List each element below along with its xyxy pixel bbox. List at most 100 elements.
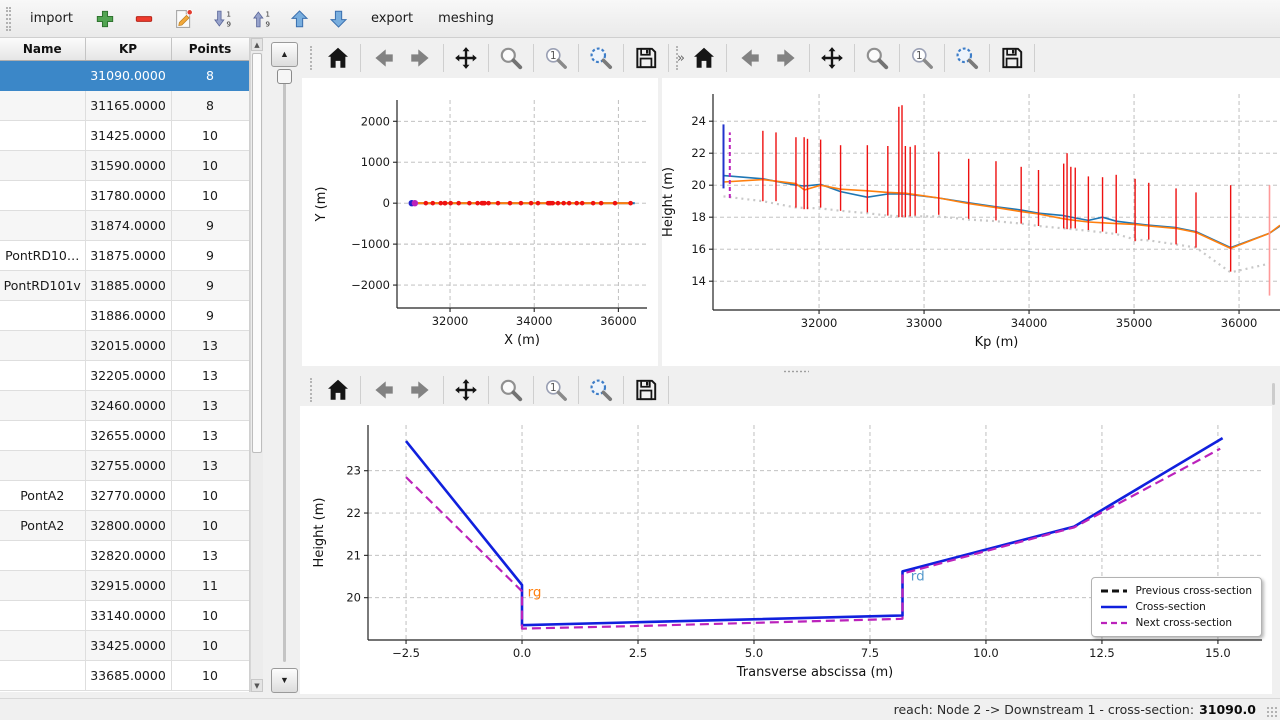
svg-text:−1000: −1000 <box>351 237 390 251</box>
home-button[interactable] <box>323 375 353 405</box>
export-button[interactable]: export <box>365 7 419 30</box>
resize-grip-icon[interactable] <box>1266 706 1278 718</box>
svg-text:32000: 32000 <box>801 316 838 330</box>
section-slider-track[interactable] <box>283 72 286 662</box>
table-cell: 31874.0000 <box>85 210 171 240</box>
back-button[interactable] <box>368 375 398 405</box>
pan-button[interactable] <box>451 43 481 73</box>
table-cell <box>0 450 85 480</box>
toolbar-drag-handle[interactable] <box>310 378 312 402</box>
sections-table-body: 31090.0000831165.0000831425.00001031590.… <box>0 60 249 690</box>
section-navigator: ▲ ▼ <box>263 38 300 700</box>
section-slider-handle[interactable] <box>277 69 292 84</box>
table-row[interactable]: 31780.000010 <box>0 180 249 210</box>
zoom-sync-button[interactable] <box>586 375 616 405</box>
table-cell <box>0 180 85 210</box>
table-cell: 13 <box>171 540 249 570</box>
sort-descending-button[interactable] <box>209 6 235 32</box>
table-row[interactable]: 33685.000010 <box>0 660 249 690</box>
zoom-one-button[interactable] <box>541 375 571 405</box>
home-icon <box>325 377 351 403</box>
zoom-sync-button[interactable] <box>952 43 982 73</box>
remove-section-button[interactable] <box>131 6 157 32</box>
meshing-button[interactable]: meshing <box>432 7 500 30</box>
table-row[interactable]: 32015.000013 <box>0 330 249 360</box>
svg-text:14: 14 <box>691 274 706 288</box>
zoom-button[interactable] <box>496 43 526 73</box>
table-row[interactable]: 31165.00008 <box>0 90 249 120</box>
table-cell <box>0 540 85 570</box>
back-button[interactable] <box>368 43 398 73</box>
table-row[interactable]: 33140.000010 <box>0 600 249 630</box>
import-button[interactable]: import <box>24 7 79 30</box>
move-down-button[interactable] <box>326 6 352 32</box>
main-toolbar: import export meshing <box>0 0 1280 38</box>
save-button[interactable] <box>631 43 661 73</box>
plan-view-chart[interactable]: 320003400036000−2000−1000010002000X (m)Y… <box>302 78 658 366</box>
table-row[interactable]: PontA232770.000010 <box>0 480 249 510</box>
column-header-kp[interactable]: KP <box>85 38 171 60</box>
sort-ascending-button[interactable] <box>248 6 274 32</box>
toolbar-drag-handle[interactable] <box>6 7 11 31</box>
back-button[interactable] <box>734 43 764 73</box>
table-cell: 10 <box>171 120 249 150</box>
forward-button[interactable] <box>406 43 436 73</box>
table-row[interactable]: 31874.00009 <box>0 210 249 240</box>
remove-icon <box>133 8 155 30</box>
scroll-up-icon[interactable]: ▲ <box>251 38 263 51</box>
table-row[interactable]: 31090.00008 <box>0 60 249 90</box>
edit-section-button[interactable] <box>170 6 196 32</box>
save-button[interactable] <box>997 43 1027 73</box>
scroll-down-icon[interactable]: ▼ <box>251 679 263 692</box>
table-cell <box>0 600 85 630</box>
right-splitter-handle[interactable] <box>1272 383 1275 405</box>
pan-button[interactable] <box>817 43 847 73</box>
pan-button[interactable] <box>451 375 481 405</box>
svg-text:34000: 34000 <box>1011 316 1048 330</box>
table-row[interactable]: 32655.000013 <box>0 420 249 450</box>
table-row[interactable]: 32820.000013 <box>0 540 249 570</box>
save-button[interactable] <box>631 375 661 405</box>
home-icon <box>325 45 351 71</box>
zoom-one-button[interactable] <box>907 43 937 73</box>
forward-button[interactable] <box>406 375 436 405</box>
add-section-button[interactable] <box>92 6 118 32</box>
table-cell: 32460.0000 <box>85 390 171 420</box>
cross-section-chart[interactable]: −2.50.02.55.07.510.012.515.020212223Tran… <box>300 406 1272 694</box>
table-row[interactable]: 31886.00009 <box>0 300 249 330</box>
table-row[interactable]: PontA232800.000010 <box>0 510 249 540</box>
table-row[interactable]: 32915.000011 <box>0 570 249 600</box>
table-cell: 32655.0000 <box>85 420 171 450</box>
home-button[interactable] <box>689 43 719 73</box>
table-cell: 32015.0000 <box>85 330 171 360</box>
column-header-points[interactable]: Points <box>171 38 249 60</box>
profile-chart[interactable]: 3200033000340003500036000141618202224Kp … <box>662 78 1280 366</box>
table-cell: 11 <box>171 570 249 600</box>
zoom-one-button[interactable] <box>541 43 571 73</box>
table-row[interactable]: 33425.000010 <box>0 630 249 660</box>
toolbar-drag-handle[interactable] <box>310 46 312 70</box>
move-up-button[interactable] <box>287 6 313 32</box>
table-row[interactable]: 32755.000013 <box>0 450 249 480</box>
table-row[interactable]: PontRD10…31875.00009 <box>0 240 249 270</box>
table-row[interactable]: 32205.000013 <box>0 360 249 390</box>
table-row[interactable]: 32460.000013 <box>0 390 249 420</box>
scrollbar-thumb[interactable] <box>252 53 262 453</box>
table-cell: 31875.0000 <box>85 240 171 270</box>
table-cell <box>0 390 85 420</box>
table-scrollbar[interactable]: ▲ ▼ <box>250 38 263 692</box>
column-header-name[interactable]: Name <box>0 38 85 60</box>
table-row[interactable]: 31425.000010 <box>0 120 249 150</box>
zoom-button[interactable] <box>496 375 526 405</box>
svg-text:rg: rg <box>528 584 542 600</box>
zoom-sync-button[interactable] <box>586 43 616 73</box>
svg-text:0.0: 0.0 <box>513 646 531 660</box>
zoom-button[interactable] <box>862 43 892 73</box>
previous-section-button[interactable]: ▲ <box>271 42 298 67</box>
home-button[interactable] <box>323 43 353 73</box>
toolbar-drag-handle[interactable] <box>676 46 678 70</box>
table-row[interactable]: 31590.000010 <box>0 150 249 180</box>
forward-button[interactable] <box>772 43 802 73</box>
next-section-button[interactable]: ▼ <box>271 668 298 693</box>
table-row[interactable]: PontRD101v31885.00009 <box>0 270 249 300</box>
